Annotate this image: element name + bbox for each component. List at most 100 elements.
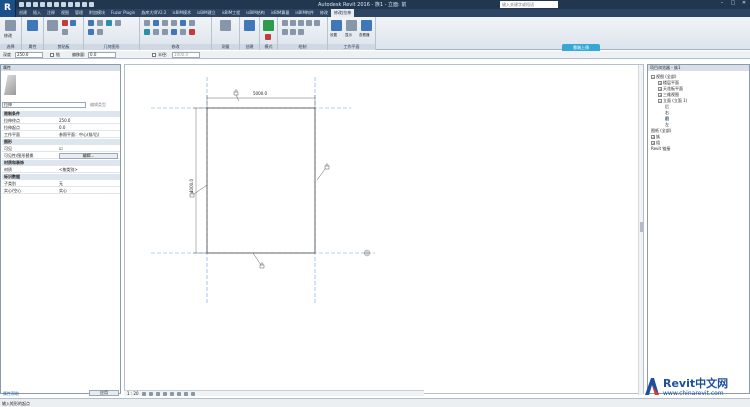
tab-7[interactable]: 族库大师V2.2	[138, 9, 169, 17]
section-icon[interactable]	[75, 2, 80, 7]
polygon-icon[interactable]	[298, 20, 304, 26]
visibility-edit-button[interactable]: 编辑...	[59, 153, 118, 159]
mirror-icon[interactable]	[162, 20, 168, 26]
property-value[interactable]: 参照平面：中心(前/后)	[59, 132, 99, 138]
text-icon[interactable]	[61, 2, 66, 7]
property-row[interactable]: 拉伸起点 0.0	[2, 125, 120, 131]
property-row[interactable]: 子类别 无	[2, 181, 120, 187]
drawing-canvas[interactable]: 5000.0 4000.0	[124, 64, 644, 395]
tab-14[interactable]: 修改	[317, 9, 331, 17]
circle-icon[interactable]	[306, 20, 312, 26]
tab-13[interactable]: isBIM构件	[292, 9, 317, 17]
cope-icon[interactable]	[88, 20, 94, 26]
cut-geometry-icon[interactable]	[97, 20, 103, 26]
property-value[interactable]: 无	[59, 181, 63, 187]
visual-style-icon[interactable]	[148, 391, 153, 396]
detail-level-icon[interactable]	[141, 391, 146, 396]
browser-item[interactable]: +组	[651, 140, 660, 145]
browser-item[interactable]: 前	[665, 116, 669, 121]
sun-path-icon[interactable]	[155, 391, 160, 396]
reveal-hidden-icon[interactable]	[190, 391, 195, 396]
ellipse-icon[interactable]	[290, 29, 296, 35]
workplane-viewer-icon[interactable]	[361, 20, 372, 31]
modify-cursor-icon[interactable]	[5, 20, 16, 31]
cancel-edit-mode-icon[interactable]	[265, 34, 271, 40]
browser-item[interactable]: 左	[665, 122, 669, 127]
tab-10[interactable]: isBIM工程	[219, 9, 244, 17]
search-input[interactable]: 键入关键字或短语	[500, 1, 558, 8]
elevation-drawing[interactable]: 5000.0 4000.0	[125, 65, 640, 395]
type-selector[interactable]: 拉伸	[2, 102, 86, 108]
rotate-icon[interactable]	[144, 29, 150, 35]
tab-3[interactable]: 视图	[58, 9, 72, 17]
offset-icon[interactable]	[153, 20, 159, 26]
browser-item[interactable]: +三维视图	[658, 92, 679, 97]
thin-lines-icon[interactable]	[82, 2, 87, 7]
expand-toggle-icon[interactable]: −	[658, 99, 662, 103]
property-row[interactable]: 可见性/图形替换 编辑...	[2, 153, 120, 159]
split-face-icon[interactable]	[115, 20, 121, 26]
finish-edit-mode-icon[interactable]	[263, 20, 274, 31]
edit-type-button[interactable]: 编辑类型	[90, 102, 106, 108]
split-icon[interactable]	[162, 29, 168, 35]
tab-15[interactable]: 修改|拉伸	[330, 9, 355, 17]
browser-item[interactable]: 后	[665, 104, 669, 109]
property-group-header[interactable]: 限制条件	[2, 111, 120, 117]
spline-icon[interactable]	[282, 29, 288, 35]
tab-8[interactable]: isBIM模术	[169, 9, 194, 17]
lock-icon[interactable]	[252, 252, 265, 269]
radius-checkbox[interactable]	[152, 53, 156, 57]
apply-button[interactable]: 应用	[89, 390, 119, 396]
paint-icon[interactable]	[88, 29, 94, 35]
tab-4[interactable]: 管理	[72, 9, 86, 17]
tab-0[interactable]: 创建	[16, 9, 30, 17]
move-icon[interactable]	[180, 20, 186, 26]
property-row[interactable]: 材质 <按类别>	[2, 167, 120, 173]
properties-help-link[interactable]: 属性帮助	[3, 391, 19, 397]
property-value[interactable]: ☑	[59, 146, 63, 152]
3d-view-icon[interactable]	[68, 2, 73, 7]
property-row[interactable]: 实心/空心 实心	[2, 188, 120, 194]
show-workplane-icon[interactable]	[346, 20, 357, 31]
tab-5[interactable]: 附加模块	[86, 9, 108, 17]
delete-icon[interactable]	[189, 29, 195, 35]
property-value[interactable]: 0.0	[59, 125, 65, 131]
property-row[interactable]: 工作平面 参照平面：中心(前/后)	[2, 132, 120, 138]
tab-6[interactable]: Fuzor Plugin	[108, 9, 138, 17]
set-workplane-icon[interactable]	[331, 20, 342, 31]
property-group-header[interactable]: 图形	[2, 139, 120, 145]
copy-element-icon[interactable]	[189, 20, 195, 26]
browser-item[interactable]: 右	[665, 110, 669, 115]
browser-item[interactable]: Revit 链接	[651, 146, 670, 151]
temporary-hide-icon[interactable]	[183, 391, 188, 396]
view-scale[interactable]: 1 : 20	[127, 391, 139, 396]
close-icon[interactable]: ✕	[740, 0, 748, 7]
tab-2[interactable]: 注释	[44, 9, 58, 17]
browser-item[interactable]: +族	[651, 134, 660, 139]
tab-9[interactable]: isBIM建立	[194, 9, 219, 17]
wall-joins-icon[interactable]	[97, 29, 103, 35]
expand-toggle-icon[interactable]: +	[651, 135, 655, 139]
expand-toggle-icon[interactable]: −	[651, 75, 655, 79]
property-row[interactable]: 拉伸终点 250.0	[2, 118, 120, 124]
expand-toggle-icon[interactable]: +	[658, 87, 662, 91]
measure-icon[interactable]	[54, 2, 59, 7]
browser-item[interactable]: −视图 (全部)	[651, 74, 676, 79]
expand-toggle-icon[interactable]: +	[658, 93, 662, 97]
crop-view-icon[interactable]	[169, 391, 174, 396]
property-value[interactable]: 实心	[59, 188, 67, 194]
measure-tool-icon[interactable]	[220, 20, 231, 31]
property-value[interactable]: 250.0	[59, 118, 70, 124]
show-label[interactable]: 显示	[345, 33, 352, 38]
property-value[interactable]: <按类别>	[59, 167, 78, 173]
maximize-icon[interactable]: □	[729, 0, 737, 7]
browser-item[interactable]: +天花板平面	[658, 86, 683, 91]
property-group-header[interactable]: 标识数据	[2, 174, 120, 180]
offset-input[interactable]: 0.0	[88, 52, 116, 58]
paste-icon[interactable]	[47, 20, 58, 31]
tab-11[interactable]: isBIM结构	[243, 9, 268, 17]
lock-icon[interactable]	[316, 163, 330, 181]
arc-icon[interactable]	[314, 20, 320, 26]
viewer-label[interactable]: 查看器	[359, 33, 370, 38]
undo-icon[interactable]	[33, 2, 38, 7]
